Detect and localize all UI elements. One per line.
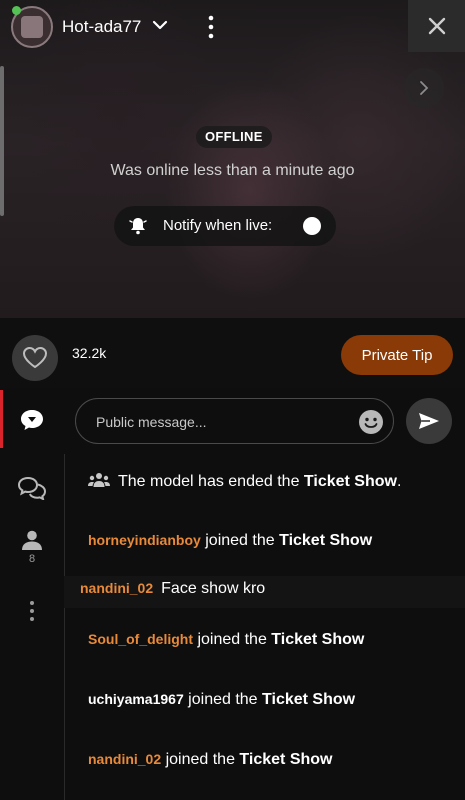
notify-label: Notify when live: — [163, 217, 273, 234]
notify-when-live-control[interactable]: Notify when live: — [114, 206, 336, 246]
system-message-bold: Ticket Show — [303, 473, 397, 490]
chat-text: joined the — [200, 532, 280, 549]
public-message-input[interactable] — [94, 409, 348, 435]
last-seen-text: Was online less than a minute ago — [110, 162, 355, 179]
chat-username[interactable]: uchiyama1967 — [88, 691, 184, 707]
emoji-icon[interactable] — [358, 409, 384, 435]
chat-bubble-icon — [21, 410, 43, 430]
tab-viewers[interactable]: 8 — [0, 530, 64, 565]
actions-row: 32.2k Private Tip — [0, 318, 465, 388]
chat-text-bold: Ticket Show — [271, 631, 365, 648]
chat-text-bold: Ticket Show — [279, 532, 373, 549]
chat-message: Soul_of_delight joined the Ticket Show — [88, 631, 364, 649]
chat-text: joined the — [183, 691, 263, 708]
chats-icon — [17, 476, 47, 500]
send-button[interactable] — [406, 398, 452, 444]
online-status-dot — [12, 6, 21, 15]
chevron-down-icon[interactable] — [150, 15, 170, 35]
rail-divider — [64, 454, 65, 800]
chat-message: horneyindianboy joined the Ticket Show — [88, 532, 372, 550]
next-stream-button[interactable] — [404, 68, 444, 108]
status-badge: OFFLINE — [196, 126, 272, 148]
stream-preview[interactable]: Hot-ada77 OFFLINE Was online less than a… — [0, 0, 465, 318]
side-rail: 8 — [0, 388, 64, 800]
chat-text-bold: Ticket Show — [239, 751, 333, 768]
group-icon — [88, 473, 110, 487]
private-tip-button[interactable]: Private Tip — [341, 335, 453, 375]
like-count: 32.2k — [72, 345, 107, 361]
system-message-text: The model has ended the — [118, 473, 304, 490]
chat-username[interactable]: Soul_of_delight — [88, 631, 193, 647]
chat-message: uchiyama1967 joined the Ticket Show — [88, 691, 355, 709]
heart-icon — [22, 346, 48, 369]
kebab-icon — [30, 601, 34, 621]
chat-username[interactable]: nandini_02 — [80, 580, 153, 596]
chat-message: nandini_02 joined the Ticket Show — [88, 751, 332, 769]
chat-text: joined the — [161, 751, 240, 768]
send-icon — [419, 413, 439, 429]
close-button[interactable] — [408, 0, 465, 52]
system-message: The model has ended the Ticket Show. — [88, 472, 401, 491]
bell-icon — [129, 218, 147, 235]
tab-public-chat[interactable] — [0, 408, 64, 432]
chat-text: joined the — [193, 631, 272, 648]
chat-text-bold: Ticket Show — [262, 691, 356, 708]
like-button[interactable] — [12, 335, 58, 381]
notify-toggle[interactable] — [303, 217, 321, 235]
chat-username[interactable]: horneyindianboy — [88, 532, 201, 548]
user-icon — [22, 530, 42, 550]
top-bar: Hot-ada77 — [0, 0, 465, 56]
chat-username[interactable]: nandini_02 — [88, 751, 161, 767]
chat-message: nandini_02 Face show kro — [80, 580, 265, 598]
system-message-suffix: . — [396, 473, 402, 490]
public-message-field[interactable] — [75, 398, 394, 444]
more-options-button[interactable] — [0, 600, 64, 622]
scroll-indicator — [0, 66, 4, 216]
chevron-right-icon — [420, 81, 429, 95]
close-icon — [428, 17, 445, 35]
username[interactable]: Hot-ada77 — [62, 17, 141, 37]
viewers-count: 8 — [28, 553, 36, 565]
tab-private-chats[interactable] — [0, 476, 64, 500]
chat-text: Face show kro — [161, 580, 266, 597]
kebab-icon[interactable] — [203, 14, 219, 40]
